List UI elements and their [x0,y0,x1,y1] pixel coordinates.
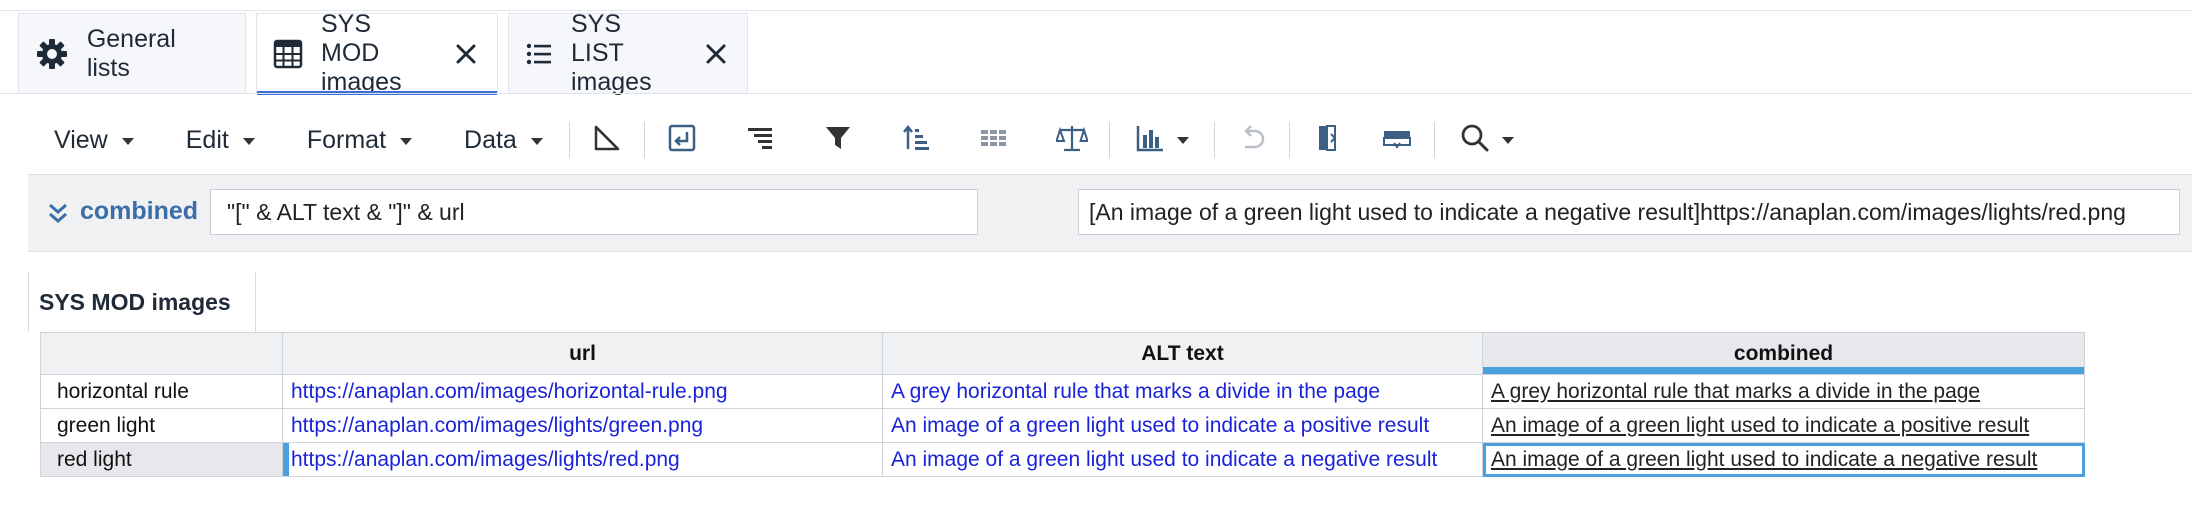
menu-label: Format [306,125,387,154]
menu-format[interactable]: Format [281,110,438,170]
combined-cell-selected[interactable]: An image of a green light used to indica… [1482,442,2085,477]
filter-icon [823,123,853,158]
show-hide-icon [979,123,1009,158]
alt-text-cell[interactable]: An image of a green light used to indica… [882,408,1483,443]
formula-input[interactable] [210,189,978,235]
combined-cell[interactable]: An image of a green light used to indica… [1482,408,2085,443]
menu-data[interactable]: Data [438,110,561,170]
combined-cell[interactable]: A grey horizontal rule that marks a divi… [1482,374,2085,409]
column-header-url[interactable]: url [282,332,883,375]
column-header-combined[interactable]: combined [1482,332,2085,375]
freeze-row-button[interactable] [1368,110,1426,170]
row-header[interactable]: red light [40,442,283,477]
tab-bar: General lists SYS MOD images SYS LIST im… [18,10,758,96]
toolbar-separator [1213,122,1215,158]
close-icon[interactable] [455,39,477,69]
chart-icon [1135,123,1165,158]
alt-text-cell[interactable]: An image of a green light used to indica… [882,442,1483,477]
toolbar-separator [1433,122,1435,158]
tab-general-lists[interactable]: General lists [18,13,246,93]
grid-corner [40,332,283,375]
show-hide-button[interactable] [965,110,1023,170]
filter-button[interactable] [809,110,867,170]
url-cell[interactable]: https://anaplan.com/images/horizontal-ru… [282,374,883,409]
menu-label: View [54,125,108,154]
pivot-button[interactable] [578,110,636,170]
row-header[interactable]: horizontal rule [40,374,283,409]
chevron-down-icon [1176,136,1189,144]
tabbar-divider [0,93,2192,94]
formula-bar: combined [An image of a green light used… [28,174,2192,252]
column-header-alt-text[interactable]: ALT text [882,332,1483,375]
gear-icon [35,37,69,71]
module-title[interactable]: SYS MOD images [28,272,256,332]
chevron-down-icon [1501,136,1514,144]
insert-button[interactable] [653,110,711,170]
sort-button[interactable] [887,110,945,170]
tab-sys-list-images[interactable]: SYS LIST images [508,10,748,96]
toolbar: View Edit Format Data [28,110,1531,170]
list-icon [525,37,553,71]
close-icon[interactable] [705,39,727,69]
pivot-icon [592,123,622,158]
freeze-row-icon [1381,123,1413,158]
indent-button[interactable] [731,110,789,170]
toolbar-separator [1288,122,1290,158]
url-cell[interactable]: https://anaplan.com/images/lights/red.pn… [282,442,883,477]
table-row: green light https://anaplan.com/images/l… [40,408,2085,443]
chevron-down-icon [400,138,413,145]
grid-module-icon [273,37,303,71]
indent-icon [745,123,775,158]
undo-button[interactable] [1223,110,1281,170]
chart-button[interactable] [1118,110,1206,170]
sort-icon [901,123,931,158]
menu-edit[interactable]: Edit [160,110,281,170]
chevron-down-icon [121,138,134,145]
tab-label: SYS MOD images [321,10,402,96]
line-item-name: combined [80,197,199,225]
double-chevron-down-icon[interactable] [46,199,70,227]
menu-view[interactable]: View [28,110,160,170]
scale-icon [1054,123,1089,158]
alt-text-cell[interactable]: A grey horizontal rule that marks a divi… [882,374,1483,409]
chevron-down-icon [530,138,543,145]
cell-value-display[interactable]: [An image of a green light used to indic… [1078,189,2180,235]
table-row: red light https://anaplan.com/images/lig… [40,442,2085,477]
freeze-column-button[interactable] [1298,110,1356,170]
toolbar-separator [568,122,570,158]
menu-label: Data [464,125,517,154]
grid-header-row: url ALT text combined [40,332,2085,375]
url-cell[interactable]: https://anaplan.com/images/lights/green.… [282,408,883,443]
toolbar-separator [1108,122,1110,158]
search-button[interactable] [1443,110,1531,170]
search-icon [1460,123,1490,158]
chevron-down-icon [242,138,255,145]
tab-label: SYS LIST images [571,10,652,96]
scale-button[interactable] [1043,110,1101,170]
tab-label: General lists [86,24,176,82]
undo-icon [1237,123,1267,158]
toolbar-separator [643,122,645,158]
module-grid: url ALT text combined horizontal rule ht… [40,332,2085,477]
insert-icon [667,123,697,158]
row-header[interactable]: green light [40,408,283,443]
freeze-column-icon [1312,123,1342,158]
tab-sys-mod-images[interactable]: SYS MOD images [256,10,498,96]
menu-label: Edit [185,125,229,154]
table-row: horizontal rule https://anaplan.com/imag… [40,374,2085,409]
